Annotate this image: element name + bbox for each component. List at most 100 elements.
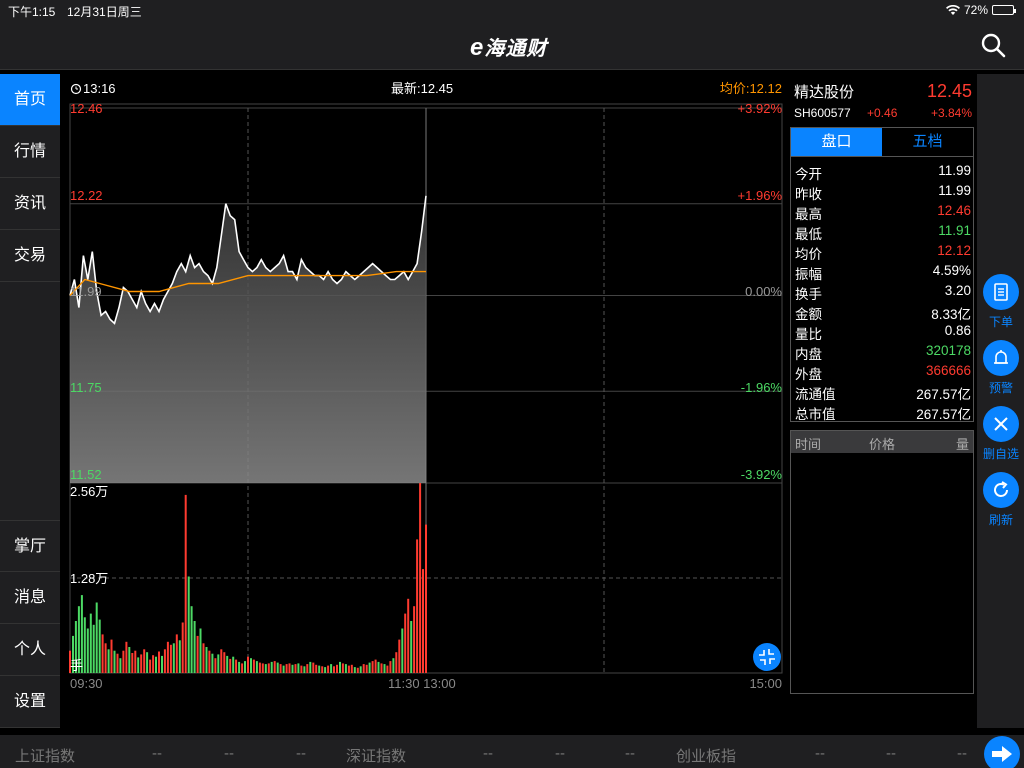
quote-row: 金额 8.33亿 [795,301,971,322]
intraday-chart[interactable]: 13:16 最新:12.45 均价:12.12 12.46 12.22 11.9… [66,76,786,728]
sidebar-item-personal[interactable]: 个人 [0,624,60,676]
sidebar-item-trade[interactable]: 交易 [0,230,60,282]
refresh-button[interactable]: 刷新 [979,472,1023,528]
trades-header: 时间 价格 量 [791,431,973,453]
ticker-next-button[interactable] [984,736,1020,768]
quote-value: 4.59% [932,263,971,278]
status-right: 72% [945,3,1016,17]
volume-bar [107,649,110,674]
volume-bar [374,659,377,673]
alert-button[interactable]: 预警 [979,340,1023,396]
quote-row: 换手 3.20 [795,281,971,302]
volume-bar [178,640,181,673]
quote-row: 振幅 4.59% [795,261,971,282]
trades-col-price: 价格 [869,437,896,452]
logo-e: e [470,34,485,61]
quote-label: 流通值 [795,387,836,402]
volume-bar [297,663,300,673]
volume-bar [244,661,246,673]
search-icon[interactable] [980,32,1006,58]
chart-time: 13:16 [83,81,116,96]
quote-label: 内盘 [795,347,822,362]
refresh-icon [983,472,1019,508]
volume-bar [395,652,398,673]
volume-bar [92,624,95,673]
volume-bar [208,650,211,673]
sidebar-item-settings[interactable]: 设置 [0,676,60,728]
quote-row: 昨收 11.99 [795,181,971,202]
status-time: 下午1:15 [8,5,56,19]
remove-watchlist-button[interactable]: 删自选 [979,406,1023,462]
volume-bar [368,662,371,673]
volume-bar [187,576,190,673]
ticker-cy-change: -- [886,745,896,762]
volume-bar [279,664,282,673]
volume-bar [163,649,166,674]
volume-bar [152,655,155,673]
alarm-clock-icon [70,83,82,95]
quote-panel: 精达股份 12.45 SH600577 +0.46 +3.84% 盘口 五档 今… [788,76,976,728]
logo-text: 海通财 [484,38,548,60]
volume-bar [122,650,125,673]
time-tick-label: 15:00 [749,676,782,691]
volume-bar [300,665,303,673]
volume-bar [413,606,416,673]
volume-bar [238,661,241,673]
tab-order-book[interactable]: 盘口 [791,128,882,156]
volume-bar [425,524,427,673]
time-tick-label: 09:30 [70,676,103,691]
ticker-sz-value: -- [483,745,493,762]
ticker-cy-value: -- [815,745,825,762]
quote-label: 振幅 [795,267,822,282]
volume-bar [371,661,374,673]
sidebar-item-market[interactable]: 行情 [0,126,60,178]
sidebar-item-news[interactable]: 资讯 [0,178,60,230]
ticker-cy-label: 创业板指 [676,748,737,765]
ticker-sh-pct: -- [296,745,306,762]
volume-bar [110,639,113,673]
tab-five-levels[interactable]: 五档 [882,128,973,156]
pct-tick-label: -3.92% [741,467,783,482]
trades-col-time: 时间 [795,437,822,452]
volume-bar [270,661,273,673]
volume-bar [113,650,116,673]
volume-bar [398,639,401,673]
status-date: 12月31日周三 [67,5,142,19]
price-tick-label: 12.22 [70,188,103,203]
volume-bar [294,664,297,673]
quote-row: 流通值 267.57亿 [795,381,971,402]
volume-bar [410,621,413,673]
expand-chart-button[interactable] [753,643,781,671]
stock-change-percent: +3.84% [930,106,972,120]
volume-bar [362,664,365,673]
stock-price: 12.45 [926,81,972,101]
volume-bar [226,655,229,673]
sidebar-item-home[interactable]: 首页 [0,74,60,126]
sidebar-item-hall[interactable]: 掌厅 [0,520,60,572]
battery-icon [992,5,1016,15]
remove-watchlist-label: 删自选 [982,447,1019,461]
quote-label: 最高 [795,207,822,222]
volume-bar [344,664,347,673]
volume-bar [95,602,98,673]
volume-bar [89,613,92,673]
time-tick-label: 11:30 13:00 [388,676,456,691]
volume-bar [359,666,362,673]
volume-bar [211,653,214,673]
volume-bar [250,658,252,673]
volume-bar [252,659,255,673]
sidebar: 首页 行情 资讯 交易 掌厅 消息 个人 设置 [0,74,60,728]
index-ticker[interactable]: 上证指数 -- -- -- 深证指数 -- -- -- 创业板指 -- -- -… [0,735,1024,768]
volume-bar [273,661,276,673]
volume-bar [199,628,202,673]
quote-row: 最低 11.91 [795,221,971,242]
ticker-sz-pct: -- [625,745,635,762]
volume-bar [336,664,338,673]
trade-details[interactable]: 时间 价格 量 [790,430,974,694]
place-order-button[interactable]: 下单 [979,274,1023,330]
volume-bar [223,652,226,673]
sidebar-item-messages[interactable]: 消息 [0,572,60,624]
volume-bar [339,661,341,673]
volume-bar [172,643,175,673]
volume-bar [214,658,217,673]
